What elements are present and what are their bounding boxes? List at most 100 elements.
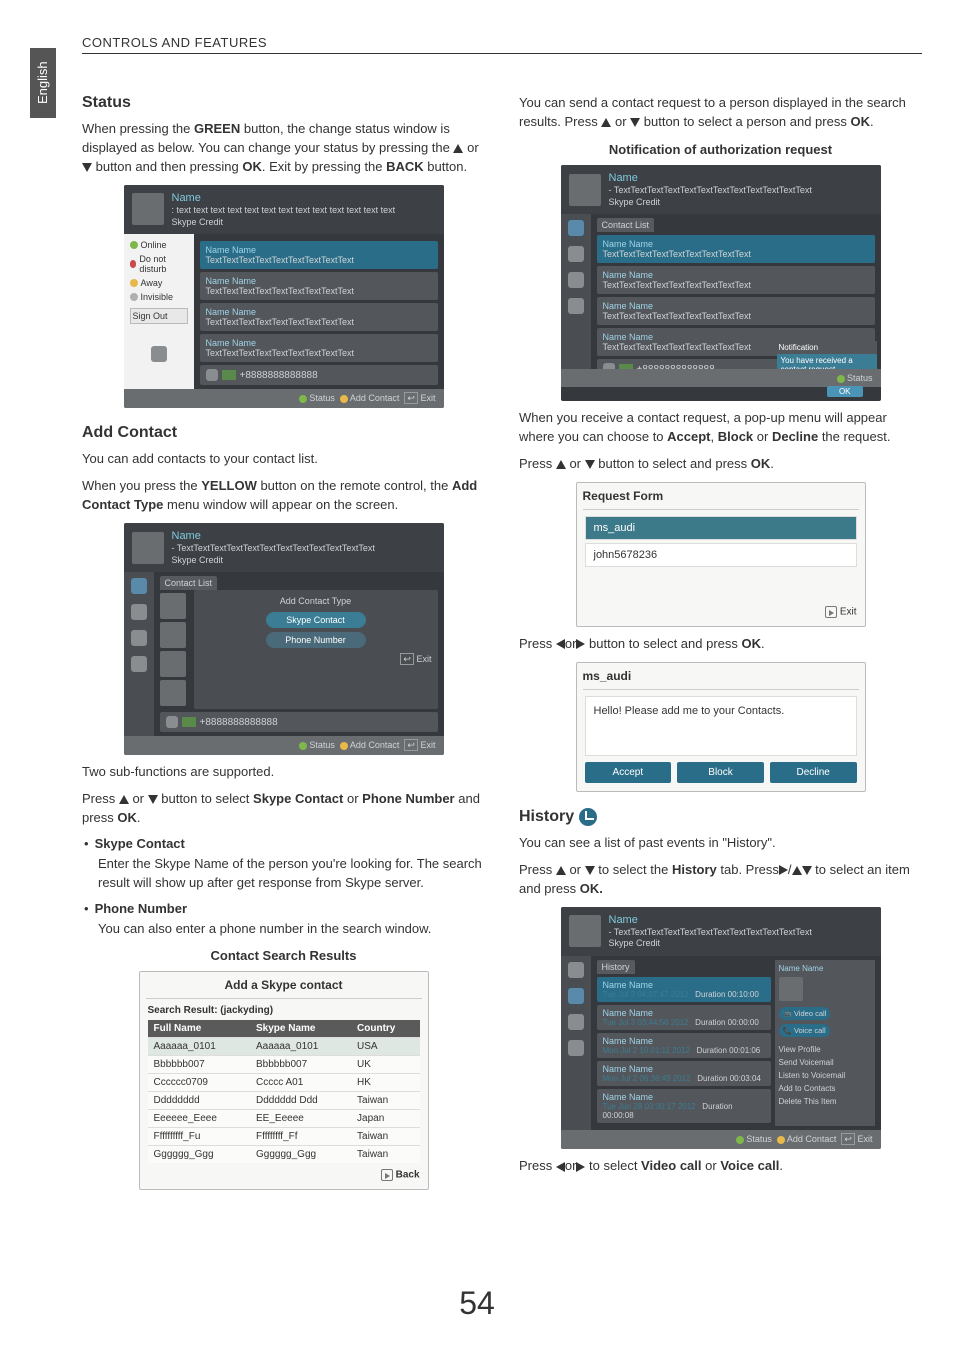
avatar [132,193,164,225]
status-online[interactable]: Online [128,238,190,252]
table-row[interactable]: Bbbbbb007Bbbbbb007UK [148,1056,420,1074]
contact-row[interactable]: Name NameTextTextTextTextTextTextTextTex… [200,272,438,300]
voice-call-label: Voice call [720,1158,779,1173]
contact-row[interactable]: Name NameTextTextTextTextTextTextTextTex… [597,235,875,263]
status-away[interactable]: Away [128,276,190,290]
contact-row[interactable]: Name NameTextTextTextTextTextTextTextTex… [200,241,438,269]
block-button[interactable]: Block [677,762,764,783]
history-row[interactable]: Name NameTue Jul 3 03:44:58 2012 Duratio… [597,1005,771,1030]
table-cell: Dddddddd [148,1092,251,1110]
up-triangle-icon [119,795,129,804]
button-row: Accept Block Decline [585,762,857,783]
video-call-button[interactable]: 📹 Video call [779,1007,831,1020]
contact-row[interactable]: Name NameTextTextTextTextTextTextTextTex… [200,334,438,362]
add-to-contacts-item[interactable]: Add to Contacts [779,1082,871,1095]
option-list: Skype Contact Enter the Skype Name of th… [82,836,485,939]
contact-sub: TextTextTextTextTextTextTextTextText [603,249,752,259]
history-row[interactable]: Name NameMon Jul 2 06:36:49 2012 Duratio… [597,1061,771,1086]
table-cell: Bbbbbb007 [250,1056,351,1074]
footer-status: Status [309,393,335,403]
request-item[interactable]: john5678236 [585,543,857,567]
gear-icon[interactable] [151,346,167,362]
history-icon[interactable] [568,988,584,1004]
gear-icon[interactable] [568,298,584,314]
table-cell: EE_Eeeee [250,1110,351,1128]
contacts-icon[interactable] [568,220,584,236]
send-voicemail-item[interactable]: Send Voicemail [779,1056,871,1069]
hist-name: Name Name [603,1008,654,1018]
msg-body: Hello! Please add me to your Contacts. [585,696,857,756]
table-row[interactable]: Gggggg_GggGggggg_GggTaiwan [148,1146,420,1164]
contact-name: Name Name [206,245,257,255]
phone-row[interactable]: +8888888888888 [200,365,438,385]
delete-item[interactable]: Delete This Item [779,1095,871,1108]
status-menu: Online Do not disturb Away Invisible Sig… [124,234,194,389]
th-country: Country [351,1020,419,1038]
dialpad-icon[interactable] [568,272,584,288]
table-row[interactable]: Ffffffffff_FuFffffffff_FfTaiwan [148,1128,420,1146]
table-row[interactable]: Eeeeee_EeeeEE_EeeeeJapan [148,1110,420,1128]
table-cell: Cccccc0709 [148,1074,251,1092]
table-cell: Ccccc A01 [250,1074,351,1092]
contact-name: Name Name [603,301,654,311]
history-p2: Press or to select the History tab. Pres… [519,861,922,899]
table-row[interactable]: DdddddddDdddddd DddTaiwan [148,1092,420,1110]
request-item-selected[interactable]: ms_audi [585,516,857,540]
contact-row[interactable]: Name NameTextTextTextTextTextTextTextTex… [597,266,875,294]
history-icon[interactable] [568,246,584,262]
left-triangle-icon [556,639,565,649]
skype-credit: Skype Credit [609,197,812,209]
table-row[interactable]: Aaaaaa_0101Aaaaaa_0101USA [148,1038,420,1056]
listen-voicemail-item[interactable]: Listen to Voicemail [779,1069,871,1082]
table-row[interactable]: Cccccc0709Ccccc A01HK [148,1074,420,1092]
label: History [519,808,574,825]
contact-name: Name Name [603,332,654,342]
voice-call-button[interactable]: 📞 Voice call [779,1024,830,1037]
hist-name: Name Name [603,980,654,990]
dialpad-icon[interactable] [131,630,147,646]
phone-icon [206,369,218,381]
history-icon[interactable] [131,604,147,620]
sign-out-button[interactable]: Sign Out [130,308,188,324]
phone-number-desc: You can also enter a phone number in the… [98,920,485,939]
decline-button[interactable]: Decline [770,762,857,783]
accept-button[interactable]: Accept [585,762,672,783]
ok-button[interactable]: OK [827,386,863,397]
status-dnd[interactable]: Do not disturb [128,252,190,276]
contact-row[interactable]: Name NameTextTextTextTextTextTextTextTex… [200,303,438,331]
phone-number: +8888888888888 [240,370,318,381]
label: Do not disturb [139,254,187,274]
left-column: Status When pressing the GREEN button, t… [82,78,485,1198]
contacts-icon[interactable] [131,578,147,594]
phone-number-button[interactable]: Phone Number [266,632,366,648]
skype-credit: Skype Credit [172,555,375,567]
contact-sub: TextTextTextTextTextTextTextTextText [206,317,355,327]
final-text: Press or to select Video call or Voice c… [519,1157,922,1176]
avatar-small [160,651,186,677]
phone-row[interactable]: +8888888888888 [160,712,438,732]
gear-icon[interactable] [568,1040,584,1056]
panel-header: Name - TextTextTextTextTextTextTextTextT… [561,907,881,957]
contacts-icon[interactable] [568,962,584,978]
history-row[interactable]: Name NameMon Jul 2 10:01:11 2012 Duratio… [597,1033,771,1058]
hist-time: Tue Jul 3 04:07:47 2012 [603,990,689,999]
history-row[interactable]: Name NameTue Jun 28 03:30:17 2012 Durati… [597,1089,771,1123]
contact-row[interactable]: Name NameTextTextTextTextTextTextTextTex… [597,297,875,325]
back-hint: Back [148,1169,420,1181]
panel-footer: Status Add Contact ↩ Exit [561,1130,881,1149]
label: Away [141,278,163,288]
status-invisible[interactable]: Invisible [128,290,190,304]
history-row[interactable]: Name NameTue Jul 3 04:07:47 2012 Duratio… [597,977,771,1002]
down-triangle-icon [585,866,595,875]
green-dot-icon [837,375,845,383]
contact-search-box: Add a Skype contact Search Result: (jack… [139,971,429,1190]
up-triangle-icon [792,866,802,875]
history-clock-icon [579,808,597,826]
skype-contact-button[interactable]: Skype Contact [266,612,366,628]
ok-label: OK [742,636,762,651]
phone-number-item: Phone Number You can also enter a phone … [82,901,485,939]
gear-icon[interactable] [131,656,147,672]
dialpad-icon[interactable] [568,1014,584,1030]
view-profile-item[interactable]: View Profile [779,1043,871,1056]
add-contact-p2: When you press the YELLOW button on the … [82,477,485,515]
